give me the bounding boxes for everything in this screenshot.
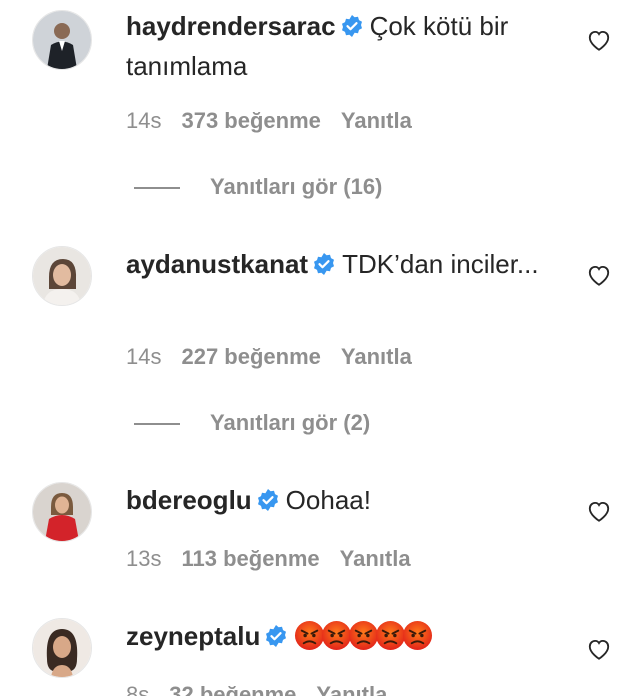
avatar[interactable] [32,246,92,306]
like-count[interactable]: 32 beğenme [169,682,296,696]
avatar[interactable] [32,482,92,542]
username[interactable]: bdereoglu [126,485,252,515]
username[interactable]: haydrendersarac [126,11,336,41]
comment-body: bdereoglu Oohaa! [126,480,566,520]
timestamp: 14s [126,344,162,369]
heart-icon[interactable] [586,636,612,662]
verified-badge-icon [314,253,335,275]
timestamp: 13s [126,546,162,571]
heart-icon[interactable] [586,262,612,288]
avatar[interactable] [32,10,92,70]
like-count[interactable]: 113 beğenme [181,546,319,571]
reply-button[interactable]: Yanıtla [341,344,412,369]
comment-text: TDK’dan inciler... [342,249,539,279]
comment-meta: 14s 373 beğenme Yanıtla [126,108,432,134]
view-replies-button[interactable]: Yanıtları gör (2) [134,410,370,436]
username[interactable]: aydanustkanat [126,249,308,279]
view-replies-label: Yanıtları gör (16) [210,174,383,199]
heart-icon[interactable] [586,27,612,53]
comment-body: haydrendersarac Çok kötü bir tanımlama [126,6,566,86]
timestamp: 14s [126,108,162,133]
like-count[interactable]: 373 beğenme [181,108,320,133]
comment-body: aydanustkanat TDK’dan inciler... [126,244,566,284]
comment-meta: 13s 113 beğenme Yanıtla [126,546,431,572]
angry-face-emoji-row [294,620,433,662]
comment-body: zeyneptalu [126,616,566,662]
angry-face-icon [403,620,433,651]
like-count[interactable]: 227 beğenme [181,344,320,369]
comment-meta: 14s 227 beğenme Yanıtla [126,344,432,370]
comment-text: Oohaa! [285,485,371,515]
reply-button[interactable]: Yanıtla [341,108,412,133]
verified-badge-icon [266,625,287,647]
verified-badge-icon [257,489,278,511]
view-replies-label: Yanıtları gör (2) [210,410,371,435]
divider-line [134,423,180,426]
divider-line [134,187,180,190]
avatar[interactable] [32,618,92,678]
reply-button[interactable]: Yanıtla [340,546,411,571]
view-replies-button[interactable]: Yanıtları gör (16) [134,174,382,200]
timestamp: 8s [126,682,150,696]
username[interactable]: zeyneptalu [126,621,260,651]
reply-button[interactable]: Yanıtla [316,682,387,696]
heart-icon[interactable] [586,498,612,524]
comment-meta: 8s 32 beğenme Yanıtla [126,682,407,696]
verified-badge-icon [341,15,362,37]
